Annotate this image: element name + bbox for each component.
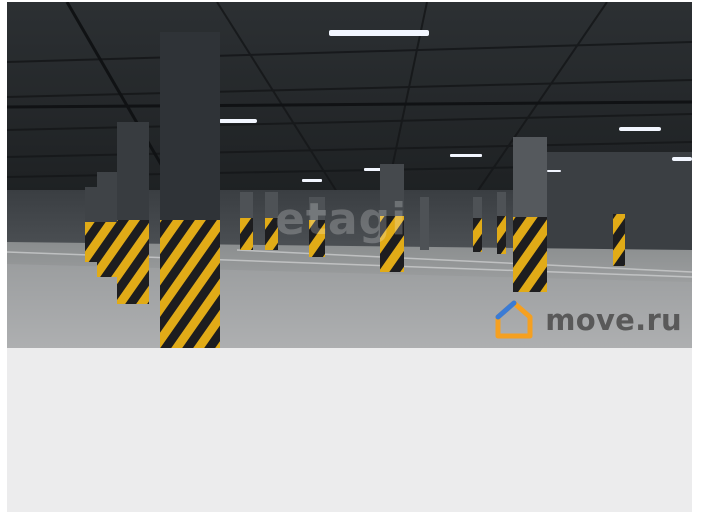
etagi-watermark: etagi xyxy=(275,194,408,245)
move-ru-brand-text: move.ru xyxy=(545,303,682,337)
move-ru-logo: move.ru xyxy=(495,300,682,340)
listing-photo[interactable]: etagi move.ru xyxy=(7,2,692,348)
parking-garage-image xyxy=(7,2,692,348)
content-placeholder-panel xyxy=(7,348,692,512)
house-logo-icon xyxy=(495,300,533,339)
